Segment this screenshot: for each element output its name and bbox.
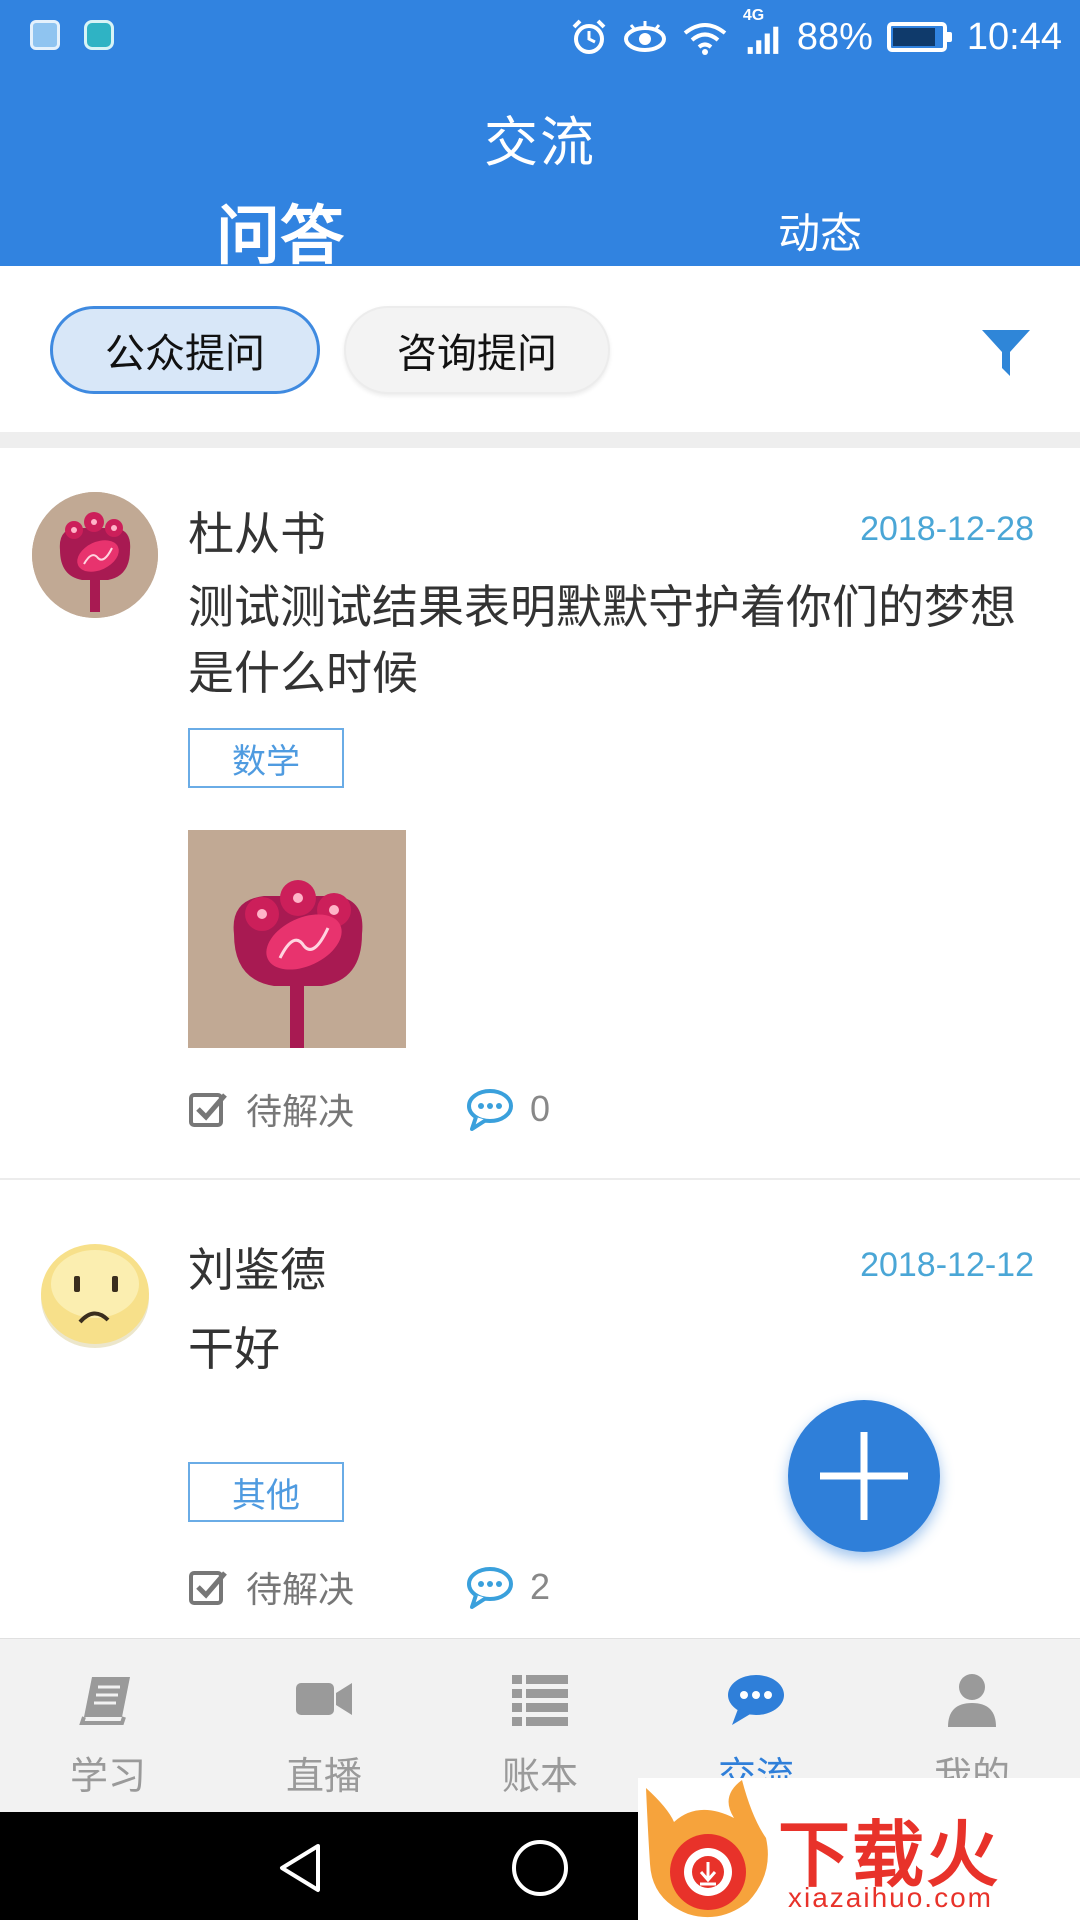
author-name: 杜从书: [188, 507, 326, 561]
wifi-icon: [683, 23, 727, 55]
section-divider: [0, 432, 1080, 448]
flower-image: [188, 830, 406, 1048]
page-title: 交流: [484, 111, 596, 174]
security-notification-icon: [84, 20, 114, 50]
flame-logo-icon: [646, 1780, 768, 1918]
flower-avatar-image: [32, 492, 158, 618]
watermark-url: xiazaihuo.com: [788, 1882, 993, 1913]
avatar[interactable]: [32, 1232, 158, 1358]
battery-percent: 88%: [796, 15, 873, 58]
app-header: 4G 88% 10:44 交流 问答 动态: [0, 0, 1080, 274]
battery-icon: [886, 22, 952, 52]
eye-icon: [623, 21, 666, 52]
comment-count: 2: [530, 1566, 551, 1607]
checkbox-icon[interactable]: [188, 1567, 228, 1607]
nav-label: 学习: [69, 1754, 146, 1798]
tab-activity[interactable]: 动态: [720, 200, 920, 261]
post-content: 干好: [188, 1322, 280, 1376]
post-meta: 待解决 0: [188, 1084, 550, 1134]
book-icon: [79, 1677, 130, 1725]
sad-face-avatar-image: [41, 1244, 149, 1348]
battery-level: [892, 28, 935, 46]
post-image[interactable]: [188, 830, 406, 1048]
add-question-button[interactable]: [788, 1400, 940, 1552]
back-icon[interactable]: [272, 1840, 328, 1896]
user-icon: [948, 1674, 996, 1727]
clock: 10:44: [966, 15, 1062, 58]
comment-icon[interactable]: [466, 1087, 514, 1131]
chip-public-questions[interactable]: 公众提问: [50, 306, 320, 394]
nav-label: 直播: [285, 1754, 362, 1798]
post-date: 2018-12-28: [860, 510, 1034, 548]
comment-icon[interactable]: [466, 1565, 514, 1609]
list-icon: [512, 1675, 568, 1726]
nav-label: 账本: [501, 1754, 578, 1798]
cellular-signal: 4G: [743, 7, 783, 59]
post-date: 2018-12-12: [860, 1246, 1034, 1284]
filter-bar: 公众提问 咨询提问: [0, 268, 1080, 433]
nav-item-study[interactable]: 学习: [0, 1639, 216, 1813]
signal-icon: [747, 26, 779, 54]
subject-tag: 其他: [188, 1462, 344, 1522]
post-meta: 待解决 2: [188, 1562, 550, 1612]
post-card[interactable]: 杜从书 2018-12-28 测试测试结果表明默默守护着你们的梦想是什么时候 数…: [0, 448, 1080, 1178]
status-label: 待解决: [246, 1092, 355, 1133]
watermark: 下载火 xiazaihuo.com: [638, 1778, 1080, 1920]
chip-consult-questions[interactable]: 咨询提问: [344, 306, 610, 394]
post-content: 测试测试结果表明默默守护着你们的梦想是什么时候: [188, 580, 1016, 700]
home-icon[interactable]: [510, 1840, 570, 1900]
nav-item-ledger[interactable]: 账本: [432, 1639, 648, 1813]
tab-qa[interactable]: 问答: [180, 185, 380, 277]
post-card[interactable]: 刘鉴德 2018-12-12 干好 其他 待解决 2: [0, 1180, 1080, 1640]
checkbox-icon[interactable]: [188, 1089, 228, 1129]
chat-bubble-icon: [728, 1675, 784, 1725]
nav-item-live[interactable]: 直播: [216, 1639, 432, 1813]
alarm-icon: [572, 19, 606, 54]
avatar[interactable]: [32, 492, 158, 618]
status-bar-right: 4G 88% 10:44: [569, 7, 1062, 62]
video-camera-icon: [296, 1683, 352, 1715]
subject-tag: 数学: [188, 728, 344, 788]
author-name: 刘鉴德: [188, 1243, 326, 1297]
gallery-notification-icon: [30, 20, 60, 50]
status-bar: 4G 88% 10:44: [0, 0, 1080, 72]
comment-count: 0: [530, 1088, 551, 1129]
status-label: 待解决: [246, 1570, 355, 1611]
app-screen: 4G 88% 10:44 交流 问答 动态 公众提问 咨询提问 杜从书 2018…: [0, 0, 1080, 1920]
funnel-icon[interactable]: [980, 326, 1032, 380]
plus-icon: [820, 1432, 908, 1520]
network-type-label: 4G: [742, 7, 765, 24]
